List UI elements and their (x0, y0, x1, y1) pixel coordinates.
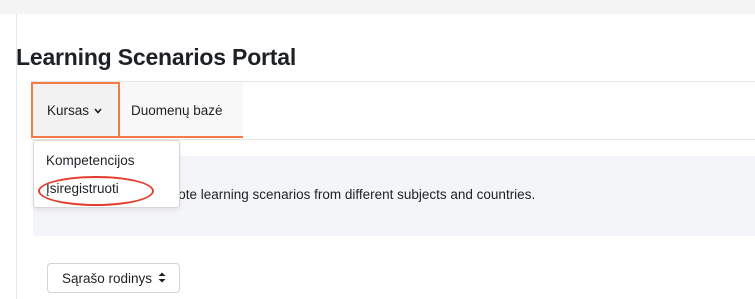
course-nav: Kursas Duomenų bazė (31, 82, 755, 138)
tab-duomenu-baze-label: Duomenų bazė (131, 102, 223, 118)
chevron-down-icon (94, 106, 102, 116)
tab-duomenu-baze[interactable]: Duomenų bazė (120, 82, 243, 138)
tab-kursas[interactable]: Kursas (31, 82, 120, 138)
page: Learning Scenarios Portal Kursas Duomenų… (0, 0, 755, 299)
menu-item-kompetencijos[interactable]: Kompetencijos (46, 153, 135, 168)
kursas-dropdown-menu: Kompetencijos Įsiregistruoti (33, 140, 180, 208)
tab-kursas-label: Kursas (47, 102, 90, 118)
sort-updown-icon (158, 272, 166, 285)
page-title: Learning Scenarios Portal (16, 44, 297, 70)
view-mode-select[interactable]: Sąrašo rodinys (47, 263, 180, 293)
view-mode-select-value: Sąrašo rodinys (62, 270, 153, 286)
description-text: romote learning scenarios from different… (155, 187, 536, 202)
tab-highlight-underline (120, 136, 243, 138)
menu-item-isiregistruoti[interactable]: Įsiregistruoti (46, 181, 119, 196)
top-bar (0, 0, 755, 14)
